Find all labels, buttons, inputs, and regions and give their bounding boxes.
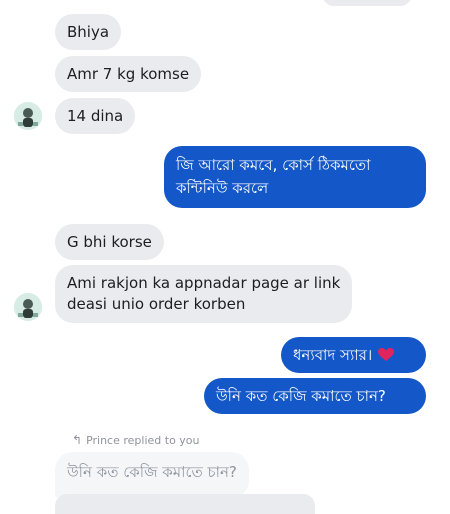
message-text: ধন্যবাদ স্যার। [293, 346, 373, 364]
message-text-line: জি আরো কমবে, কোর্স ঠিকমতো [176, 156, 371, 174]
quoted-message-text: উনি কত কেজি কমাতে চান? [67, 463, 237, 481]
message-text: Amr 7 kg komse [67, 65, 190, 83]
avatar-icon [14, 102, 42, 130]
message-text-line: deasi unio order korben [67, 295, 246, 313]
heart-icon [378, 348, 395, 361]
message-text-line: Ami rakjon ka appnadar page ar link [67, 274, 341, 292]
message-bubble-outgoing[interactable]: ধন্যবাদ স্যার। [281, 337, 426, 373]
reply-arrow-icon: ↰ [72, 433, 83, 447]
message-bubble-outgoing[interactable]: উনি কত কেজি কমাতে চান? [204, 378, 426, 414]
message-bubble-partial[interactable] [55, 494, 315, 514]
message-bubble-partial[interactable] [322, 0, 412, 6]
message-text: Bhiya [67, 23, 110, 41]
avatar[interactable] [14, 293, 42, 321]
message-text: G bhi korse [67, 233, 152, 251]
avatar[interactable] [14, 102, 42, 130]
quoted-message-bubble[interactable]: উনি কত কেজি কমাতে চান? [55, 452, 249, 498]
reply-label: Prince replied to you [86, 434, 200, 447]
message-bubble-incoming[interactable]: Amr 7 kg komse [55, 56, 202, 92]
message-text: উনি কত কেজি কমাতে চান? [216, 387, 386, 405]
message-text: 14 dina [67, 107, 124, 125]
message-bubble-incoming[interactable]: Bhiya [55, 14, 122, 50]
message-bubble-incoming[interactable]: Ami rakjon ka appnadar page ar link deas… [55, 265, 353, 323]
message-bubble-incoming[interactable]: G bhi korse [55, 224, 164, 260]
reply-indicator: ↰ Prince replied to you [72, 433, 200, 447]
message-bubble-outgoing[interactable]: জি আরো কমবে, কোর্স ঠিকমতো কন্টিনিউ করলে [164, 146, 426, 208]
avatar-icon [14, 293, 42, 321]
message-bubble-incoming[interactable]: 14 dina [55, 98, 136, 134]
message-text-line: কন্টিনিউ করলে [176, 179, 269, 197]
